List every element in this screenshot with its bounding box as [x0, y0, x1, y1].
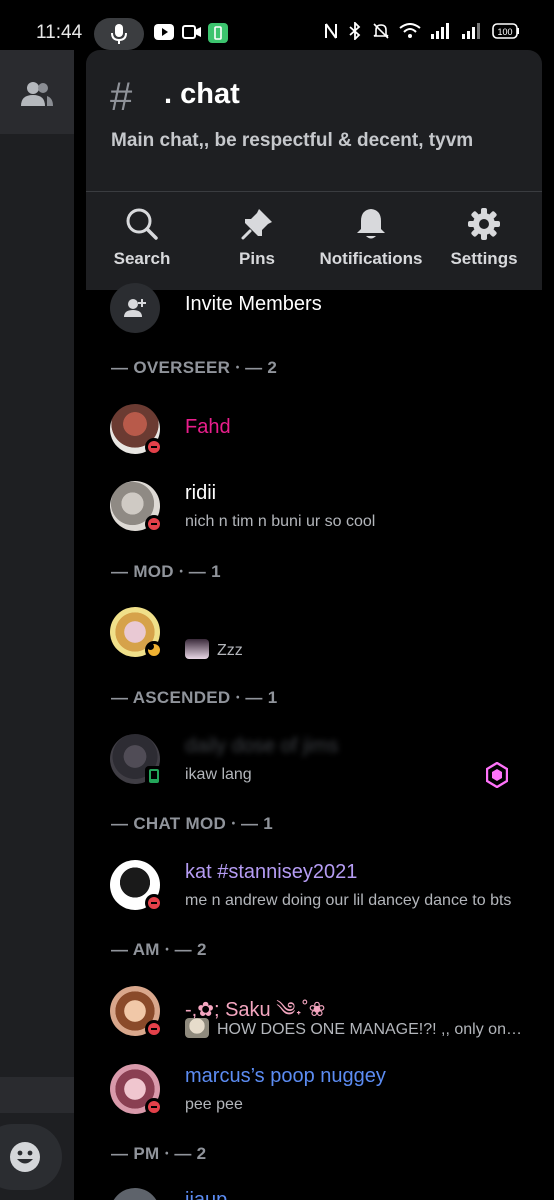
channel-hash-icon: #	[110, 75, 133, 119]
member-ascended-1[interactable]: daily dose of jims ikaw lang	[110, 732, 530, 792]
pins-button[interactable]: Pins	[202, 198, 312, 269]
channel-actions: Search Pins Notifications Settings	[86, 198, 542, 288]
server-boost-icon	[486, 762, 508, 788]
search-label: Search	[113, 249, 171, 268]
member-name: Fahd	[185, 416, 231, 438]
dnd-status-icon	[145, 894, 163, 912]
custom-emoji-icon	[185, 639, 209, 659]
dnd-status-icon	[145, 1098, 163, 1116]
role-header-mod: — MOD ⸱ — 1	[111, 562, 221, 581]
youtube-icon	[154, 24, 174, 40]
mute-bell-icon	[373, 23, 389, 39]
member-mod-1[interactable]: Zzz	[110, 605, 530, 665]
member-name: jiaup	[185, 1189, 228, 1200]
members-icon[interactable]	[20, 80, 54, 108]
pin-icon	[241, 209, 272, 240]
member-status-label: Zzz	[217, 642, 243, 659]
add-user-icon	[124, 299, 146, 317]
member-status-text: Zzz	[185, 639, 243, 660]
settings-label: Settings	[450, 249, 518, 268]
dnd-status-icon	[145, 438, 163, 456]
member-name: ridii	[185, 482, 217, 504]
battery-level: 100	[497, 27, 512, 37]
settings-button[interactable]: Settings	[429, 198, 539, 269]
invite-members-button[interactable]: Invite Members	[110, 283, 530, 333]
channel-topic: Main chat,, be respectful & decent, tyvm	[111, 130, 474, 151]
avatar	[110, 1188, 160, 1200]
signal-icon-2	[462, 23, 480, 39]
channel-name: . chat	[164, 78, 240, 110]
nfc-icon	[325, 23, 337, 39]
dnd-status-icon	[145, 515, 163, 533]
member-kat[interactable]: kat #stannisey2021 me n andrew doing our…	[110, 858, 530, 918]
member-status-label: HOW DOES ONE MANAGE!?! ,, only one way	[217, 1021, 525, 1038]
member-pm-1[interactable]: jiaup	[110, 1186, 530, 1200]
role-header-chat-mod: — CHAT MOD ⸱ — 1	[111, 814, 274, 833]
role-header-pm: — PM ⸱ — 2	[111, 1144, 207, 1163]
notifications-label: Notifications	[319, 249, 423, 268]
idle-status-icon	[145, 641, 163, 659]
dnd-status-icon	[145, 1020, 163, 1038]
mobile-online-status-icon	[145, 766, 163, 786]
status-icons: 100	[324, 22, 520, 40]
role-header-ascended: — ASCENDED ⸱ — 1	[111, 688, 278, 707]
battery-icon: 100	[492, 23, 519, 39]
member-name: kat #stannisey2021	[185, 861, 358, 883]
gear-icon	[468, 208, 500, 240]
pins-label: Pins	[239, 249, 275, 268]
bell-icon	[357, 209, 385, 239]
member-status-text: ikaw lang	[185, 766, 252, 783]
role-header-am: — AM ⸱ — 2	[111, 940, 207, 959]
member-saku[interactable]: -,✿; Saku ༄˖˚❀ HOW DOES ONE MANAGE!?! ,,…	[110, 984, 530, 1044]
status-time: 11:44	[36, 22, 83, 43]
member-status-text: me n andrew doing our lil dancey dance t…	[185, 892, 512, 909]
mic-indicator	[94, 18, 144, 50]
microphone-icon	[111, 24, 127, 44]
member-status-text: HOW DOES ONE MANAGE!?! ,, only one way	[185, 1018, 525, 1039]
custom-emoji-icon	[185, 1018, 209, 1038]
member-fahd[interactable]: Fahd	[110, 402, 530, 462]
search-icon	[126, 208, 158, 240]
member-name: marcus’s poop nuggey	[185, 1065, 386, 1087]
role-header-overseer: — OVERSEER ⸱ — 2	[111, 358, 278, 377]
member-name: daily dose of jims	[185, 735, 339, 757]
member-ridii[interactable]: ridii nich n tim n buni ur so cool	[110, 479, 530, 539]
invite-icon-circle	[110, 283, 160, 333]
background-chat-pane	[0, 50, 74, 1200]
channel-header: # . chat Main chat,, be respectful & dec…	[86, 50, 542, 290]
header-divider	[86, 191, 542, 192]
wifi-icon	[399, 23, 421, 38]
search-button[interactable]: Search	[87, 198, 197, 269]
channel-info-drawer: # . chat Main chat,, be respectful & dec…	[86, 50, 542, 1200]
signal-icon-1	[431, 23, 449, 39]
member-status-text: nich n tim n buni ur so cool	[185, 513, 376, 530]
member-marcus[interactable]: marcus’s poop nuggey pee pee	[110, 1062, 530, 1122]
notifications-button[interactable]: Notifications	[316, 198, 426, 269]
emoji-icon	[10, 1142, 40, 1172]
battery-saver-icon	[208, 23, 228, 43]
background-message-input-bar	[0, 1077, 74, 1113]
invite-members-label: Invite Members	[185, 293, 322, 315]
bluetooth-icon	[349, 22, 361, 40]
member-status-text: pee pee	[185, 1096, 243, 1113]
camera-icon	[182, 25, 201, 39]
